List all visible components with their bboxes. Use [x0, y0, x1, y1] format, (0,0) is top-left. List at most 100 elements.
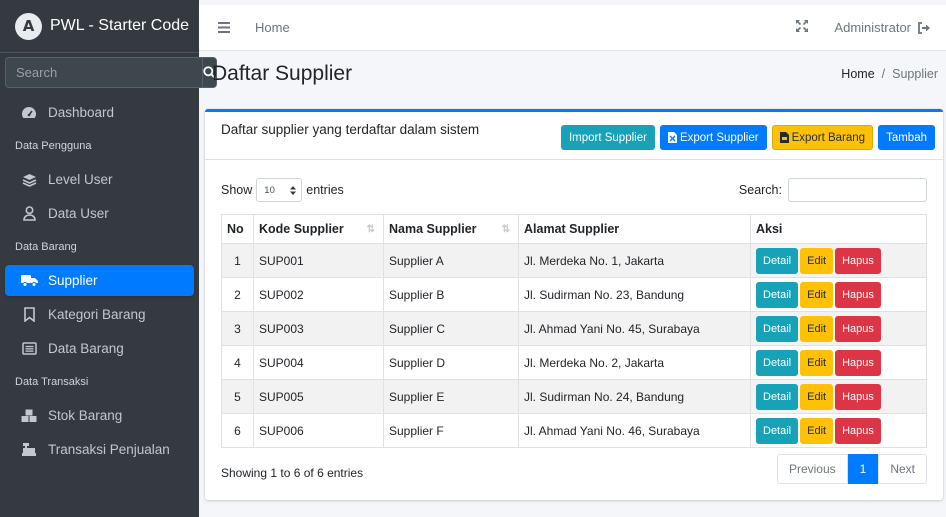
pagination: Previous 1 Next [776, 454, 927, 484]
delete-button[interactable]: Hapus [835, 247, 881, 274]
detail-button[interactable]: Detail [756, 383, 799, 410]
cell-kode: SUP002 [253, 277, 384, 312]
cell-alamat: Jl. Ahmad Yani No. 45, Surabaya [518, 311, 751, 346]
file-excel-icon [667, 132, 677, 143]
detail-button[interactable]: Detail [756, 281, 799, 308]
page-length-select[interactable]: 10 [256, 178, 303, 202]
delete-button[interactable]: Hapus [835, 281, 881, 308]
list-icon [20, 342, 38, 355]
sidebar-item-level-user[interactable]: Level User [5, 164, 194, 195]
expand-icon [796, 20, 809, 32]
sidebar-item-transaksi-penjualan[interactable]: Transaksi Penjualan [5, 434, 194, 465]
sidebar-search [5, 57, 217, 88]
edit-button[interactable]: Edit [800, 383, 834, 410]
entries-label: entries [306, 183, 344, 197]
cell-nama: Supplier F [383, 413, 519, 448]
edit-button[interactable]: Edit [800, 349, 834, 376]
sidebar-item-stok-barang[interactable]: Stok Barang [5, 400, 194, 431]
supplier-card: Daftar supplier yang terdaftar dalam sis… [205, 109, 943, 500]
sidebar-item-label: Transaksi Penjualan [48, 442, 170, 457]
cubes-icon [20, 409, 38, 423]
detail-button[interactable]: Detail [756, 315, 799, 342]
add-supplier-button[interactable]: Tambah [878, 125, 935, 150]
export-supplier-label: Export Supplier [679, 131, 759, 144]
sidebar-item-data-barang[interactable]: Data Barang [5, 333, 194, 364]
cell-aksi: Detail Edit Hapus [750, 379, 927, 414]
table-row: 5 SUP005 Supplier E Jl. Sudirman No. 24,… [221, 379, 927, 414]
column-header-nama[interactable]: Nama Supplier ⇅ [383, 214, 519, 244]
user-icon [20, 206, 38, 221]
pagination-previous[interactable]: Previous [776, 454, 848, 484]
cell-nama: Supplier D [383, 345, 519, 380]
sort-icon: ⇅ [366, 224, 375, 235]
cell-alamat: Jl. Ahmad Yani No. 46, Surabaya [518, 413, 751, 448]
sidebar-search-input[interactable] [5, 57, 202, 88]
sidebar-item-data-user[interactable]: Data User [5, 198, 194, 229]
cell-aksi: Detail Edit Hapus [750, 277, 927, 312]
export-supplier-button[interactable]: Export Supplier [659, 125, 767, 150]
user-name: Administrator [834, 20, 911, 35]
edit-button[interactable]: Edit [800, 281, 834, 308]
sidebar-item-label: Stok Barang [48, 408, 123, 423]
cell-alamat: Jl. Sudirman No. 24, Bandung [518, 379, 751, 414]
export-barang-button[interactable]: Export Barang [771, 125, 874, 150]
brand-title: PWL - Starter Code [50, 17, 190, 34]
detail-button[interactable]: Detail [756, 349, 799, 376]
file-pdf-icon [779, 132, 789, 143]
detail-button[interactable]: Detail [756, 417, 799, 444]
sidebar-item-supplier[interactable]: Supplier [5, 265, 194, 296]
cell-no: 4 [221, 345, 254, 380]
edit-button[interactable]: Edit [800, 417, 834, 444]
delete-button[interactable]: Hapus [835, 315, 881, 342]
column-header-label: Kode Supplier [259, 222, 344, 236]
nav-home-link[interactable]: Home [255, 20, 290, 35]
cell-aksi: Detail Edit Hapus [750, 345, 927, 380]
brand-link[interactable]: A PWL - Starter Code [0, 0, 199, 53]
column-header-alamat[interactable]: Alamat Supplier [518, 214, 751, 244]
cell-nama: Supplier C [383, 311, 519, 346]
export-barang-label: Export Barang [791, 131, 866, 144]
detail-button[interactable]: Detail [756, 247, 799, 274]
table-search: Search: [739, 178, 927, 202]
sidebar-item-kategori-barang[interactable]: Kategori Barang [5, 299, 194, 330]
table-search-input[interactable] [788, 178, 927, 202]
pagination-next[interactable]: Next [878, 454, 927, 484]
user-menu[interactable]: Administrator [834, 20, 931, 35]
cell-no: 1 [221, 243, 254, 278]
bookmark-icon [20, 307, 38, 322]
delete-button[interactable]: Hapus [835, 383, 881, 410]
fullscreen-button[interactable] [796, 20, 809, 35]
import-supplier-button[interactable]: Import Supplier [560, 125, 655, 150]
table-controls: Show 10 entries Search: [221, 178, 927, 202]
table-info: Showing 1 to 6 of 6 entries [221, 466, 364, 480]
page-length-control: Show 10 entries [221, 178, 344, 202]
table-row: 2 SUP002 Supplier B Jl. Sudirman No. 23,… [221, 277, 927, 312]
tachometer-icon [20, 106, 38, 120]
table-row: 4 SUP004 Supplier D Jl. Merdeka No. 2, J… [221, 345, 927, 380]
column-header-kode[interactable]: Kode Supplier ⇅ [253, 214, 384, 244]
cell-nama: Supplier B [383, 277, 519, 312]
cell-alamat: Jl. Merdeka No. 2, Jakarta [518, 345, 751, 380]
layers-icon [20, 173, 38, 187]
column-header-label: Nama Supplier [389, 222, 477, 236]
page-title: Daftar Supplier [212, 62, 353, 85]
delete-button[interactable]: Hapus [835, 417, 881, 444]
cell-nama: Supplier E [383, 379, 519, 414]
card-tools: Import Supplier Export Supplier Export B… [560, 125, 935, 150]
edit-button[interactable]: Edit [800, 315, 834, 342]
sidebar-item-label: Kategori Barang [48, 307, 146, 322]
delete-button[interactable]: Hapus [835, 349, 881, 376]
edit-button[interactable]: Edit [800, 247, 834, 274]
cash-register-icon [20, 442, 38, 457]
pagination-page-1[interactable]: 1 [847, 454, 879, 484]
cell-aksi: Detail Edit Hapus [750, 243, 927, 278]
breadcrumb-home[interactable]: Home [841, 67, 874, 81]
table-search-label: Search: [738, 183, 782, 197]
breadcrumb-current: Supplier [892, 67, 938, 81]
content-header: Daftar Supplier Home / Supplier [212, 62, 938, 86]
sidebar-item-label: Supplier [48, 273, 98, 288]
cell-aksi: Detail Edit Hapus [750, 413, 927, 448]
sidebar-item-dashboard[interactable]: Dashboard [5, 97, 194, 128]
column-header-no[interactable]: No [221, 214, 254, 244]
menu-toggle-button[interactable] [199, 22, 249, 33]
